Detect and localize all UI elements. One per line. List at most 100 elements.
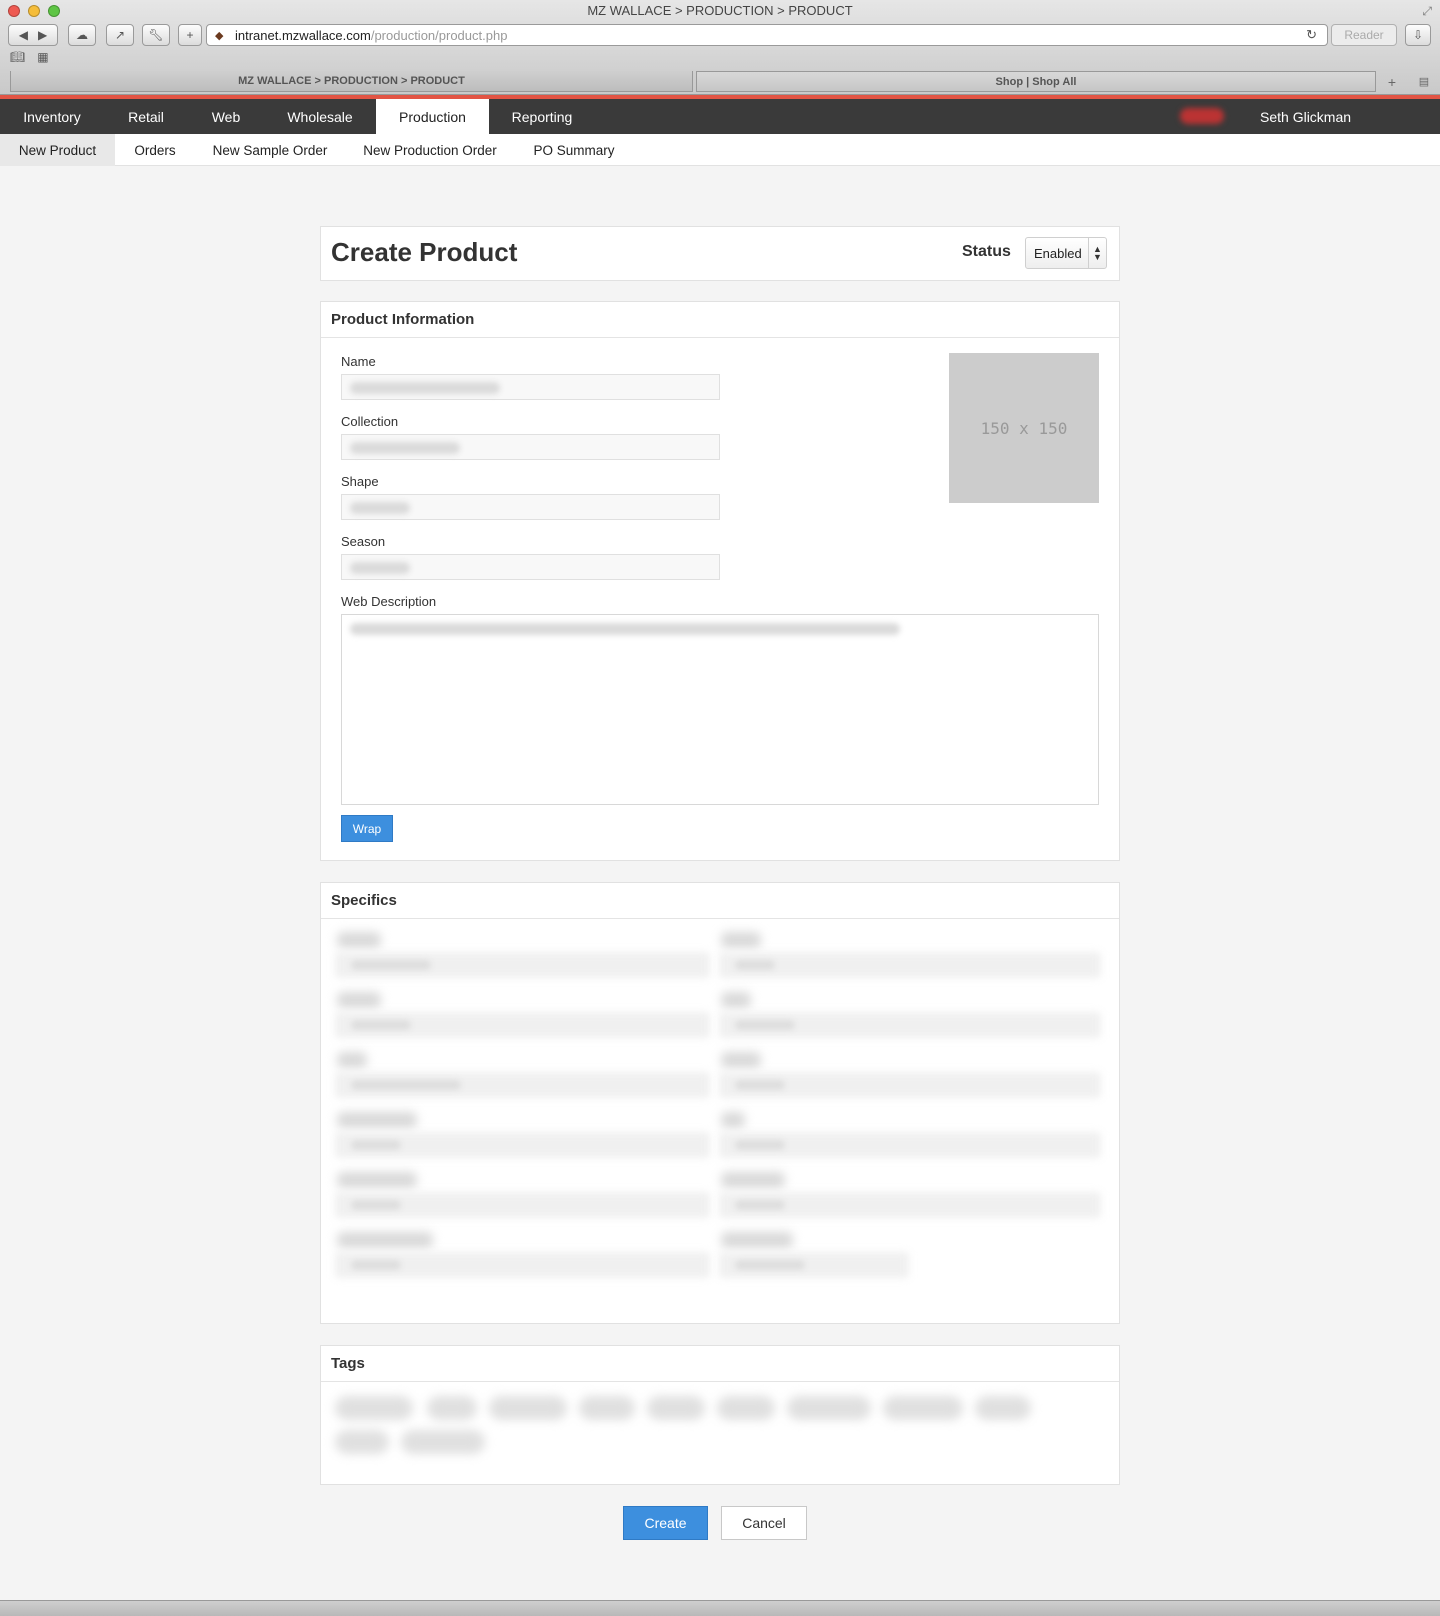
window-title: MZ WALLACE > PRODUCTION > PRODUCT [587, 3, 853, 18]
icloud-button[interactable]: ☁ [68, 24, 96, 46]
web-description-textarea[interactable] [341, 614, 1099, 805]
reading-list-icon[interactable]: 📖︎ [10, 50, 25, 64]
cloud-icon: ☁ [76, 28, 88, 42]
tag-chip-redacted[interactable] [647, 1396, 705, 1420]
status-label: Status [962, 243, 1011, 260]
plus-icon: + [186, 28, 194, 42]
nav-item-reporting[interactable]: Reporting [489, 99, 595, 134]
spec-value-redacted [735, 1020, 795, 1030]
spec-label-redacted [337, 1052, 367, 1068]
spec-label-redacted [337, 1112, 417, 1128]
nav-item-production[interactable]: Production [376, 99, 489, 134]
spec-value-redacted [735, 1140, 785, 1150]
collection-input[interactable] [341, 434, 720, 460]
spec-value-redacted [351, 1020, 411, 1030]
specifics-heading: Specifics [321, 883, 1119, 919]
forward-arrow-icon[interactable]: ▶ [38, 28, 47, 42]
tab-shop-all[interactable]: Shop | Shop All [696, 71, 1376, 92]
share-button[interactable]: ↗ [106, 24, 134, 46]
status-select-value: Enabled [1034, 245, 1082, 261]
bookmarks-bar: 📖︎ ▦ [10, 50, 49, 64]
web-description-value-redacted [350, 623, 900, 635]
nav-item-web[interactable]: Web [188, 99, 264, 134]
spec-input[interactable] [719, 952, 1101, 978]
spec-value-redacted [351, 1140, 401, 1150]
web-description-label: Web Description [341, 594, 437, 609]
spec-value-redacted [351, 1080, 461, 1090]
spec-label-redacted [721, 1172, 785, 1188]
shape-input-value-redacted [350, 502, 410, 514]
spec-label-redacted [337, 932, 381, 948]
spec-label-redacted [721, 932, 761, 948]
spec-value-redacted [351, 1200, 401, 1210]
spec-label-redacted [721, 1232, 793, 1248]
product-image-placeholder[interactable]: 150 x 150 [949, 353, 1099, 503]
spec-value-redacted [735, 1080, 785, 1090]
tab-production-product[interactable]: MZ WALLACE > PRODUCTION > PRODUCT [10, 71, 693, 92]
season-input[interactable] [341, 554, 720, 580]
nav-item-wholesale[interactable]: Wholesale [264, 99, 376, 134]
new-tab-plus-icon[interactable]: + [1378, 71, 1406, 92]
tag-chip-redacted[interactable] [787, 1396, 871, 1420]
shape-input[interactable] [341, 494, 720, 520]
spec-label-redacted [337, 1232, 433, 1248]
address-bar[interactable]: ◆ intranet.mzwallace.com /production/pro… [206, 24, 1328, 46]
tab-overview-icon[interactable]: ▤ [1410, 71, 1438, 92]
tags-panel: Tags [320, 1345, 1120, 1485]
create-product-header: Create Product Status Enabled ▲ ▼ [320, 226, 1120, 281]
subnav-new-product[interactable]: New Product [0, 134, 115, 166]
tag-chip-redacted[interactable] [489, 1396, 567, 1420]
tab-bar: MZ WALLACE > PRODUCTION > PRODUCT Shop |… [0, 71, 1440, 93]
sub-nav: New Product Orders New Sample Order New … [0, 134, 1440, 166]
tag-chip-redacted[interactable] [335, 1430, 389, 1454]
create-button[interactable]: Create [623, 1506, 708, 1540]
main-nav: Inventory Retail Web Wholesale Productio… [0, 99, 1440, 134]
site-favicon-icon: ◆ [215, 29, 224, 42]
back-forward-buttons[interactable]: ◀ ▶ [8, 24, 58, 46]
name-input-value-redacted [350, 382, 500, 394]
select-arrows-icon: ▲ ▼ [1088, 238, 1106, 268]
browser-status-bar [0, 1600, 1440, 1616]
subnav-po-summary[interactable]: PO Summary [515, 134, 633, 166]
reload-icon[interactable]: ↻ [1306, 27, 1317, 43]
cancel-button[interactable]: Cancel [721, 1506, 807, 1540]
specifics-panel: Specifics [320, 882, 1120, 1324]
url-path: /production/product.php [370, 27, 508, 43]
spec-label-redacted [721, 1052, 761, 1068]
spec-value-redacted [735, 1200, 785, 1210]
subnav-new-sample-order[interactable]: New Sample Order [195, 134, 345, 166]
spec-value-redacted [735, 960, 775, 970]
nav-item-retail[interactable]: Retail [104, 99, 188, 134]
tag-chip-redacted[interactable] [717, 1396, 775, 1420]
wrap-button[interactable]: Wrap [341, 815, 393, 842]
spec-label-redacted [721, 992, 751, 1008]
name-label: Name [341, 354, 376, 369]
subnav-new-production-order[interactable]: New Production Order [345, 134, 515, 166]
tag-chip-redacted[interactable] [335, 1396, 413, 1420]
user-avatar[interactable] [1180, 108, 1224, 124]
back-arrow-icon[interactable]: ◀ [19, 28, 28, 42]
user-name[interactable]: Seth Glickman [1260, 99, 1351, 134]
product-information-heading: Product Information [321, 302, 1119, 338]
tag-chip-redacted[interactable] [427, 1396, 477, 1420]
subnav-orders[interactable]: Orders [115, 134, 195, 166]
tag-chip-redacted[interactable] [975, 1396, 1031, 1420]
tag-chip-redacted[interactable] [401, 1430, 485, 1454]
tools-button[interactable]: 🔧︎ [142, 24, 170, 46]
tag-chip-redacted[interactable] [883, 1396, 963, 1420]
top-sites-icon[interactable]: ▦ [37, 50, 48, 64]
season-label: Season [341, 534, 386, 549]
nav-item-inventory[interactable]: Inventory [0, 99, 104, 134]
collection-input-value-redacted [350, 442, 460, 454]
spec-label-redacted [337, 992, 381, 1008]
status-select[interactable]: Enabled ▲ ▼ [1025, 237, 1107, 269]
add-bookmark-button[interactable]: + [178, 24, 202, 46]
browser-toolbar: ◀ ▶ ☁ ↗ 🔧︎ + ◆ intranet.mzwallace.com /p… [0, 23, 1440, 47]
tag-chip-redacted[interactable] [579, 1396, 635, 1420]
fullscreen-icon[interactable]: ⤢ [1422, 4, 1432, 19]
download-icon: ⇩ [1412, 28, 1424, 42]
spec-label-redacted [721, 1112, 745, 1128]
downloads-button[interactable]: ⇩ [1405, 24, 1431, 46]
name-input[interactable] [341, 374, 720, 400]
reader-button[interactable]: Reader [1331, 24, 1397, 46]
